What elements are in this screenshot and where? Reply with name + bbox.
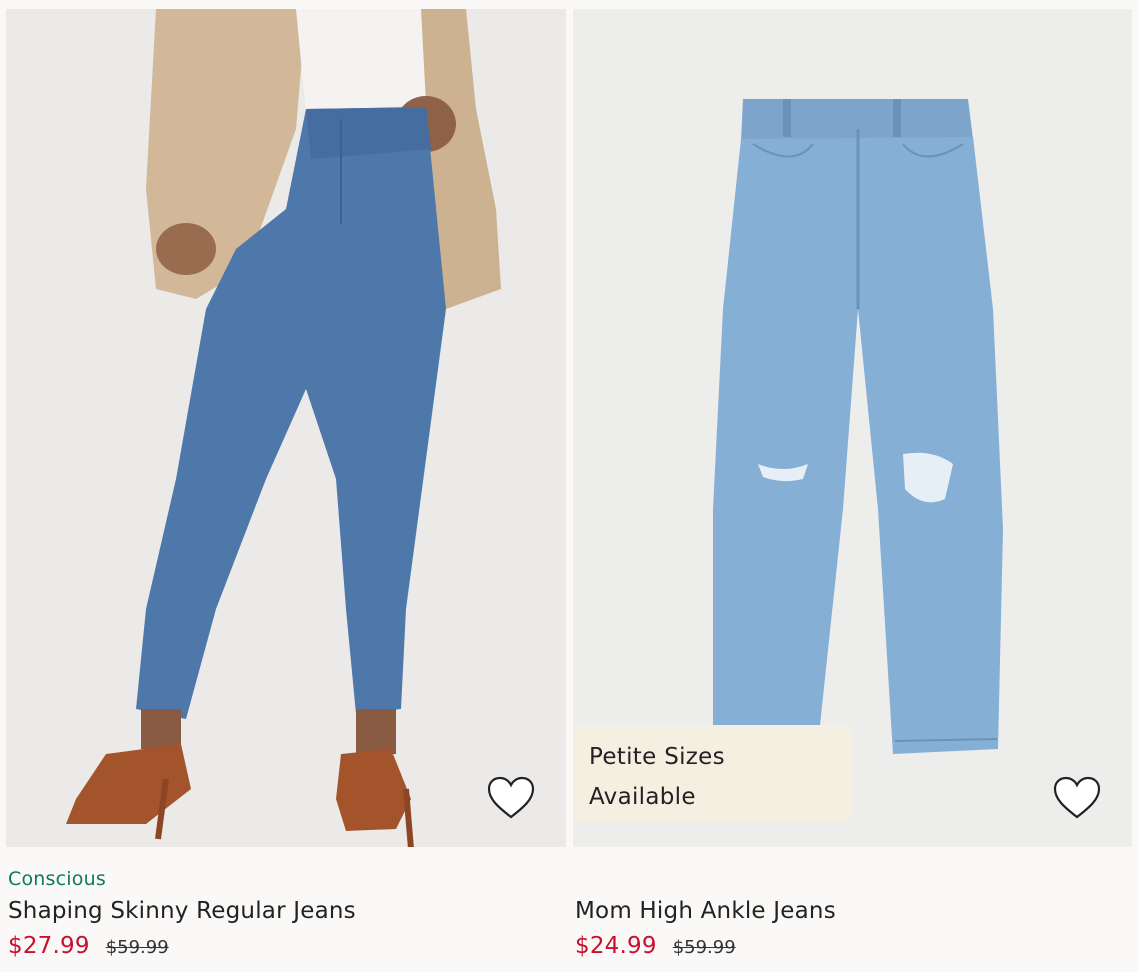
original-price: $59.99	[672, 937, 736, 958]
conscious-tag: Conscious	[8, 868, 106, 890]
product-details: Mom High Ankle Jeans $24.99 $59.99	[573, 867, 1132, 959]
product-card[interactable]: Conscious Shaping Skinny Regular Jeans $…	[6, 9, 566, 959]
price-row: $24.99 $59.99	[575, 933, 1132, 959]
heart-outline-icon	[487, 776, 535, 819]
favorite-button[interactable]	[486, 775, 536, 821]
product-title[interactable]: Shaping Skinny Regular Jeans	[8, 895, 566, 927]
original-price: $59.99	[105, 937, 169, 958]
product-title[interactable]: Mom High Ankle Jeans	[575, 895, 1132, 927]
product-grid: Conscious Shaping Skinny Regular Jeans $…	[0, 0, 1138, 972]
price-row: $27.99 $59.99	[8, 933, 566, 959]
model-photo	[66, 9, 501, 847]
sale-price: $24.99	[575, 933, 657, 959]
jeans-photo	[713, 99, 1003, 754]
sale-price: $27.99	[8, 933, 90, 959]
product-image[interactable]: Petite Sizes Available	[573, 9, 1132, 847]
favorite-button[interactable]	[1052, 775, 1102, 821]
product-image[interactable]	[6, 9, 566, 847]
badge-line-2: Available	[589, 784, 696, 810]
petite-sizes-badge: Petite Sizes Available	[573, 725, 851, 821]
badge-line-1: Petite Sizes	[589, 744, 725, 770]
heart-outline-icon	[1053, 776, 1101, 819]
product-details: Conscious Shaping Skinny Regular Jeans $…	[6, 867, 566, 959]
product-card[interactable]: Petite Sizes Available Mom High Ankle Je…	[573, 9, 1132, 959]
